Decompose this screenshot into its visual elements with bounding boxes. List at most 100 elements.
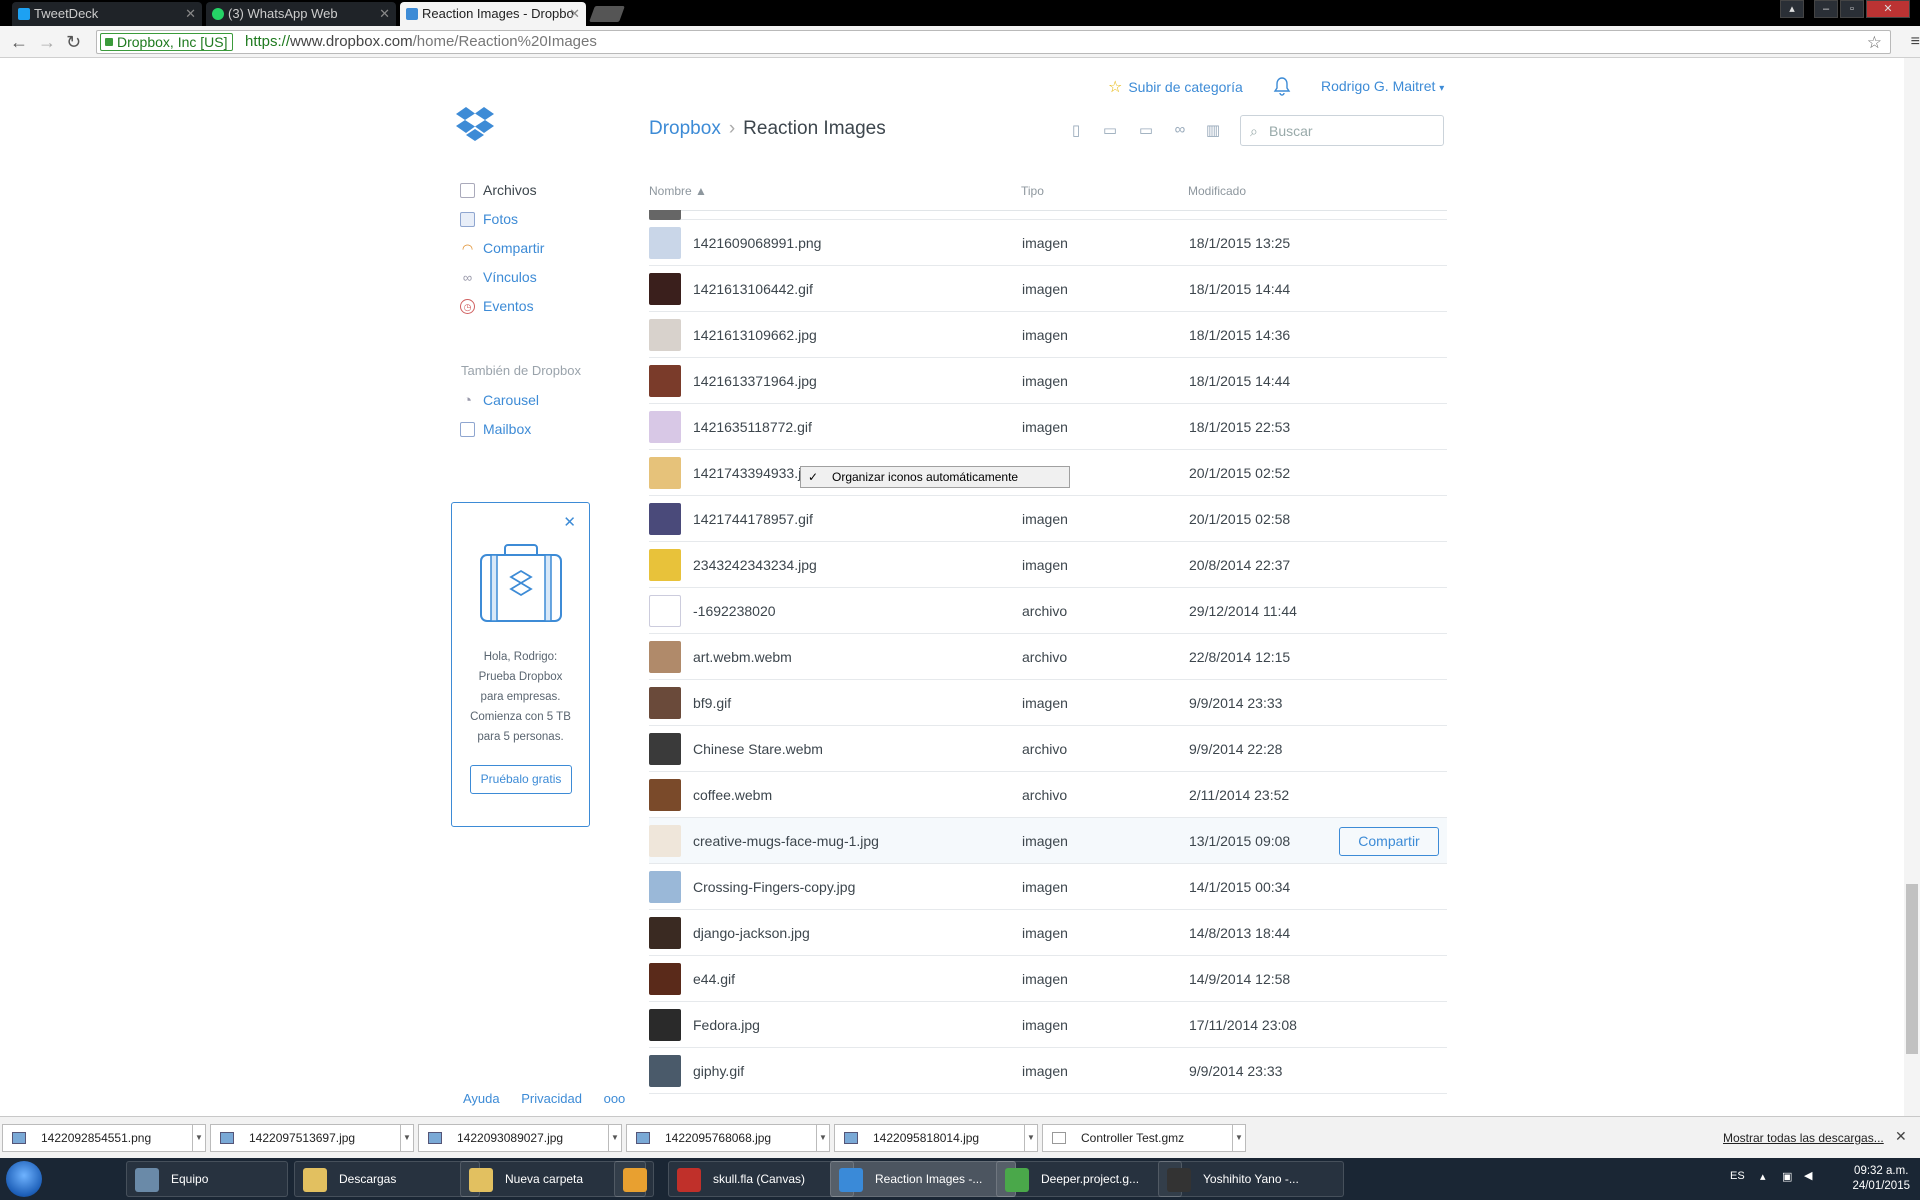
close-icon[interactable]: ✕ [569, 2, 580, 26]
scrollbar-thumb[interactable] [1906, 884, 1918, 1054]
file-name[interactable]: django-jackson.jpg [693, 925, 810, 941]
upload-file-icon[interactable]: ▯ [1067, 121, 1085, 139]
windows-start-icon[interactable] [6, 1161, 42, 1197]
share-button[interactable]: Compartir [1339, 827, 1439, 856]
file-name[interactable]: Chinese Stare.webm [693, 741, 823, 757]
file-name[interactable]: 1421609068991.png [693, 235, 821, 251]
file-name[interactable]: 1421635118772.gif [693, 419, 812, 435]
taskbar-item[interactable]: Deeper.project.g... [996, 1161, 1182, 1197]
omnibox[interactable]: Dropbox, Inc [US] https://www.dropbox.co… [96, 30, 1920, 54]
file-row[interactable]: 1421613106442.gif imagen 18/1/2015 14:44 [649, 266, 1447, 312]
taskbar-item[interactable] [614, 1161, 654, 1197]
file-row[interactable]: giphy.gif imagen 9/9/2014 23:33 [649, 1048, 1447, 1094]
page-scrollbar[interactable] [1904, 58, 1920, 1116]
hamburger-menu-icon[interactable]: ≡ [1911, 31, 1920, 53]
sidebar-item-fotos[interactable]: Fotos [459, 209, 544, 238]
file-name[interactable]: coffee.webm [693, 787, 772, 803]
sidebar-item-eventos[interactable]: ◷ Eventos [459, 296, 544, 325]
sidebar-item-carousel[interactable]: ◔ Carousel [459, 390, 539, 419]
ev-certificate-badge[interactable]: Dropbox, Inc [US] [100, 33, 233, 51]
close-icon[interactable]: ✕ [1895, 1128, 1907, 1145]
file-row[interactable]: coffee.webm archivo 2/11/2014 23:52 [649, 772, 1447, 818]
file-name[interactable]: 1421613371964.jpg [693, 373, 817, 389]
breadcrumb-root[interactable]: Dropbox [649, 118, 721, 139]
bell-icon[interactable] [1273, 76, 1291, 96]
reload-icon[interactable]: ↻ [66, 32, 81, 53]
context-menu[interactable]: ✓ Organizar iconos automáticamente [800, 466, 1070, 488]
file-row[interactable]: Chinese Stare.webm archivo 9/9/2014 22:28 [649, 726, 1447, 772]
sidebar-item-archivos[interactable]: Archivos [459, 180, 544, 209]
language-indicator[interactable]: ES [1730, 1170, 1745, 1182]
close-icon[interactable]: ✕ [185, 2, 196, 26]
file-name[interactable]: 1421744178957.gif [693, 511, 813, 527]
dropdown-arrow-icon[interactable]: ▼ [1232, 1124, 1246, 1152]
column-name[interactable]: Nombre ▲ [649, 184, 707, 198]
clock[interactable]: 09:32 a.m. 24/01/2015 [1852, 1164, 1910, 1194]
file-row-partial[interactable] [649, 210, 1447, 220]
close-icon[interactable]: ✕ [563, 513, 576, 531]
taskbar-item[interactable]: skull.fla (Canvas) [668, 1161, 854, 1197]
trash-icon[interactable]: ▥ [1204, 121, 1222, 139]
file-row[interactable]: e44.gif imagen 14/9/2014 12:58 [649, 956, 1447, 1002]
file-name[interactable]: 1421613109662.jpg [693, 327, 817, 343]
file-name[interactable]: 1421613106442.gif [693, 281, 813, 297]
close-icon[interactable]: ✕ [379, 2, 390, 26]
taskbar-item[interactable]: Reaction Images -... [830, 1161, 1016, 1197]
file-name[interactable]: creative-mugs-face-mug-1.jpg [693, 833, 879, 849]
forward-arrow-icon[interactable]: → [38, 32, 56, 53]
try-free-button[interactable]: Pruébalo gratis [470, 765, 572, 794]
file-row[interactable]: Crossing-Fingers-copy.jpg imagen 14/1/2015… [649, 864, 1447, 910]
maximize-icon[interactable]: ▫ [1840, 0, 1864, 18]
download-item[interactable]: 1422093089027.jpg ▼ [418, 1124, 622, 1152]
privacy-link[interactable]: Privacidad [521, 1091, 582, 1106]
tab-dropbox[interactable]: Reaction Images - Dropbo ✕ [400, 2, 586, 26]
user-profile-icon[interactable]: ▴ [1780, 0, 1804, 18]
column-modified[interactable]: Modificado [1188, 184, 1246, 198]
file-row[interactable]: art.webm.webm archivo 22/8/2014 12:15 [649, 634, 1447, 680]
file-name[interactable]: e44.gif [693, 971, 735, 987]
file-row[interactable]: creative-mugs-face-mug-1.jpg imagen 13/1/2… [649, 818, 1447, 864]
dropdown-arrow-icon[interactable]: ▼ [1024, 1124, 1038, 1152]
file-row[interactable]: 1421635118772.gif imagen 18/1/2015 22:53 [649, 404, 1447, 450]
dropdown-arrow-icon[interactable]: ▼ [816, 1124, 830, 1152]
download-item[interactable]: Controller Test.gmz ▼ [1042, 1124, 1246, 1152]
tray-arrow-icon[interactable]: ▴ [1760, 1170, 1766, 1183]
download-item[interactable]: 1422097513697.jpg ▼ [210, 1124, 414, 1152]
sidebar-item-compartir[interactable]: ◠ Compartir [459, 238, 545, 267]
file-name[interactable]: -1692238020 [693, 603, 776, 619]
dropbox-logo[interactable] [456, 107, 494, 143]
file-name[interactable]: Crossing-Fingers-copy.jpg [693, 879, 855, 895]
minimize-icon[interactable]: – [1814, 0, 1838, 18]
file-row[interactable]: 1421613371964.jpg imagen 18/1/2015 14:44 [649, 358, 1447, 404]
download-item[interactable]: 1422092854551.png ▼ [2, 1124, 206, 1152]
link-icon[interactable]: ∞ [1171, 121, 1189, 139]
tab-whatsapp[interactable]: (3) WhatsApp Web ✕ [206, 2, 396, 26]
network-icon[interactable]: ▣ [1782, 1170, 1792, 1183]
file-row[interactable]: 2343242343234.jpg imagen 20/8/2014 22:37 [649, 542, 1447, 588]
taskbar-item[interactable]: Equipo [126, 1161, 288, 1197]
dropdown-arrow-icon[interactable]: ▼ [400, 1124, 414, 1152]
file-name[interactable]: art.webm.webm [693, 649, 792, 665]
sidebar-item-mailbox[interactable]: Mailbox [459, 419, 539, 448]
file-row[interactable]: Fedora.jpg imagen 17/11/2014 23:08 [649, 1002, 1447, 1048]
new-folder-icon[interactable]: ▭ [1101, 121, 1119, 139]
file-row[interactable]: -1692238020 archivo 29/12/2014 11:44 [649, 588, 1447, 634]
download-item[interactable]: 1422095768068.jpg ▼ [626, 1124, 830, 1152]
show-all-downloads-link[interactable]: Mostrar todas las descargas... [1723, 1131, 1884, 1145]
file-name[interactable]: 2343242343234.jpg [693, 557, 817, 573]
file-row[interactable]: 1421744178957.gif imagen 20/1/2015 02:58 [649, 496, 1447, 542]
file-name[interactable]: Fedora.jpg [693, 1017, 760, 1033]
taskbar-item[interactable]: Yoshihito Yano -... [1158, 1161, 1344, 1197]
new-tab-button[interactable] [589, 6, 625, 22]
download-item[interactable]: 1422095818014.jpg ▼ [834, 1124, 1038, 1152]
tab-tweetdeck[interactable]: TweetDeck ✕ [12, 2, 202, 26]
taskbar-item[interactable]: Descargas [294, 1161, 480, 1197]
file-name[interactable]: giphy.gif [693, 1063, 744, 1079]
column-type[interactable]: Tipo [1021, 184, 1044, 198]
volume-icon[interactable]: ◀ [1804, 1169, 1812, 1182]
shared-folder-icon[interactable]: ▭ [1137, 121, 1155, 139]
file-name[interactable]: 1421743394933.jpg [693, 465, 817, 481]
help-link[interactable]: Ayuda [463, 1091, 500, 1106]
context-menu-item[interactable]: Organizar iconos automáticamente [832, 467, 1018, 487]
file-name[interactable]: bf9.gif [693, 695, 731, 711]
